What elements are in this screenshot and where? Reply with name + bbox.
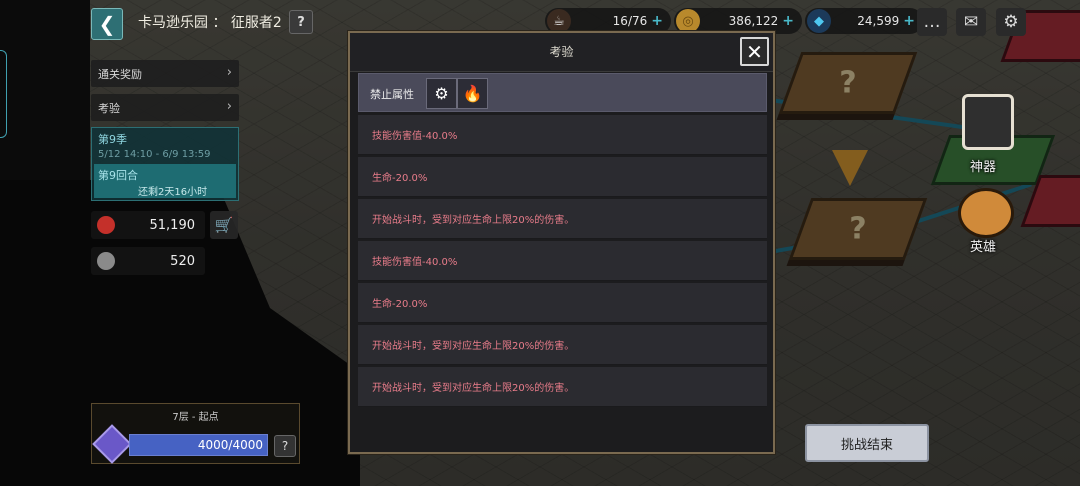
hero-icon[interactable] <box>958 188 1014 238</box>
effect-row: 开始战斗时，受到对应生命上限20%的伤害。 <box>358 325 767 365</box>
shop-cart-button[interactable]: 🛒 <box>210 211 238 239</box>
artifact-label: 神器 <box>970 160 997 175</box>
banned-attributes-label: 禁止属性 <box>370 88 414 101</box>
floor-title: 7层 - 起点 <box>172 412 219 423</box>
gem-value: 24,599 <box>857 14 900 28</box>
gear-icon[interactable]: ⚙ <box>996 8 1026 36</box>
gold-coin-icon: ◎ <box>676 9 700 33</box>
clear-rewards-label: 通关奖励 <box>98 67 142 81</box>
hero-label: 英雄 <box>970 240 997 255</box>
close-button[interactable]: ✕ <box>740 37 769 66</box>
chat-icon[interactable]: … <box>917 8 947 36</box>
currency-2-value: 520 <box>170 253 195 269</box>
coffee-cup-icon: ☕ <box>547 9 571 33</box>
stamina-value: 16/76 <box>612 14 648 28</box>
fire-attribute-icon[interactable]: 🔥 <box>457 78 488 109</box>
page-title: 卡马逊乐园 ： 征服者2 <box>138 15 282 31</box>
artifact-icon[interactable] <box>962 94 1014 150</box>
add-stamina-button[interactable]: + <box>651 13 663 29</box>
help-button[interactable]: ? <box>289 10 313 34</box>
trial-button[interactable]: 考验 › <box>91 94 239 121</box>
currency-1-value: 51,190 <box>149 217 196 233</box>
dialog-title: 考验 <box>350 33 773 72</box>
season-info: 第9季 5/12 14:10 - 6/9 13:59 第9回合 还剩2天16小时 <box>91 127 239 201</box>
effect-row: 技能伤害值-40.0% <box>358 241 767 281</box>
currency-1-counter: 51,190 <box>91 211 205 239</box>
season-dates: 5/12 14:10 - 6/9 13:59 <box>98 149 211 160</box>
chevron-right-icon: › <box>226 65 232 80</box>
currency-2-counter: 520 <box>91 247 205 275</box>
effect-row: 技能伤害值-40.0% <box>358 115 767 155</box>
round-remaining: 还剩2天16小时 <box>138 187 208 198</box>
chevron-left-icon: ❮ <box>98 12 116 36</box>
back-button[interactable]: ❮ <box>91 8 123 40</box>
add-gems-button[interactable]: + <box>903 13 915 29</box>
silver-token-icon <box>97 252 115 270</box>
effect-row: 开始战斗时，受到对应生命上限20%的伤害。 <box>358 367 767 407</box>
floor-progress-panel: 7层 - 起点 4000/4000 ? <box>91 403 300 464</box>
chevron-right-icon: › <box>226 99 232 114</box>
floor-help-button[interactable]: ? <box>274 435 296 457</box>
cart-icon: 🛒 <box>214 216 234 234</box>
red-token-icon <box>97 216 115 234</box>
clear-rewards-button[interactable]: 通关奖励 › <box>91 60 239 87</box>
trial-dialog: 考验 ✕ 禁止属性 ⚙ 🔥 技能伤害值-40.0% 生命-20.0% 开始战斗时… <box>348 31 775 454</box>
gold-value: 386,122 <box>728 14 779 28</box>
trial-label: 考验 <box>98 101 120 115</box>
effect-row: 生命-20.0% <box>358 283 767 323</box>
blue-gem-icon: ◆ <box>807 9 831 33</box>
side-drawer-tab[interactable] <box>0 50 7 138</box>
effect-row: 开始战斗时，受到对应生命上限20%的伤害。 <box>358 199 767 239</box>
floor-crest-icon <box>92 424 132 464</box>
mail-icon[interactable]: ✉ <box>956 8 986 36</box>
round-label: 第9回合 <box>98 169 138 182</box>
season-label: 第9季 <box>98 133 127 146</box>
floor-progress-bar: 4000/4000 <box>129 434 268 456</box>
floor-progress-text: 4000/4000 <box>197 438 263 452</box>
gear-attribute-icon[interactable]: ⚙ <box>426 78 457 109</box>
add-gold-button[interactable]: + <box>782 13 794 29</box>
end-battle-button[interactable]: 挑战结束 <box>805 424 929 462</box>
gem-counter: ◆ 24,599 + <box>805 8 923 34</box>
round-info: 第9回合 还剩2天16小时 <box>94 164 236 198</box>
effect-row: 生命-20.0% <box>358 157 767 197</box>
banned-attributes-row: 禁止属性 ⚙ 🔥 <box>358 73 767 112</box>
